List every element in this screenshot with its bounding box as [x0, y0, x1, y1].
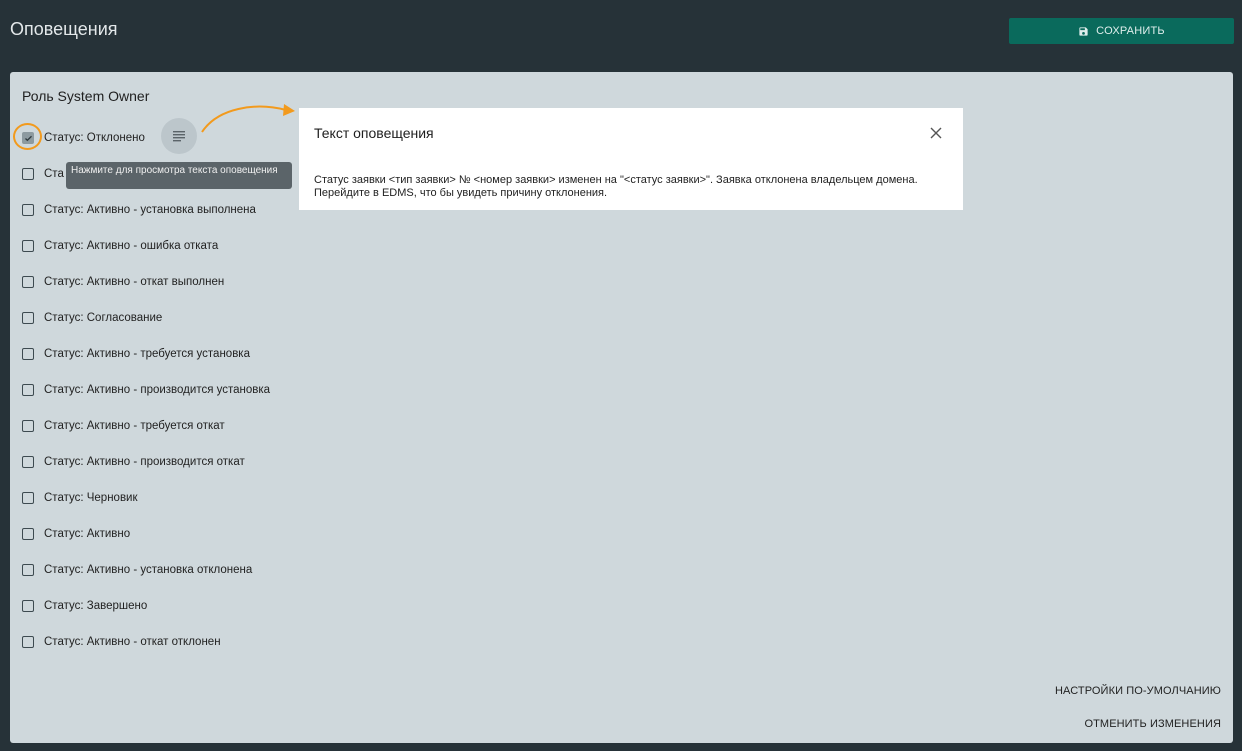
- dialog-body: Статус заявки <тип заявки> № <номер заяв…: [314, 174, 918, 199]
- save-button-label: СОХРАНИТЬ: [1096, 25, 1165, 37]
- checkbox[interactable]: [22, 384, 34, 396]
- checkbox[interactable]: [22, 564, 34, 576]
- checkbox[interactable]: [22, 132, 34, 144]
- reset-defaults-button[interactable]: НАСТРОЙКИ ПО-УМОЛЧАНИЮ: [1055, 685, 1221, 697]
- close-icon[interactable]: [929, 126, 943, 140]
- list-item[interactable]: Статус: Активно - требуется установка: [22, 344, 250, 364]
- list-item[interactable]: Статус: Активно - установка отклонена: [22, 560, 252, 580]
- checkbox[interactable]: [22, 168, 34, 180]
- list-item[interactable]: Статус: Активно: [22, 524, 130, 544]
- dialog-title: Текст оповещения: [314, 125, 434, 141]
- role-title: Роль System Owner: [22, 88, 150, 104]
- list-item[interactable]: Статус: Активно - производится установка: [22, 380, 270, 400]
- list-item[interactable]: Ста: [22, 164, 64, 184]
- list-item-label: Статус: Активно: [44, 528, 131, 540]
- list-item-label: Статус: Активно - требуется откат: [44, 420, 225, 432]
- checkbox[interactable]: [22, 420, 34, 432]
- check-icon: [24, 135, 32, 141]
- checkbox[interactable]: [22, 204, 34, 216]
- list-item-label: Статус: Активно - установка выполнена: [44, 204, 256, 216]
- page-title: Оповещения: [10, 19, 118, 39]
- list-item-label: Статус: Отклонено: [44, 132, 145, 144]
- annotation-arrow: [201, 104, 295, 133]
- list-item-label: Статус: Активно - производится откат: [44, 456, 245, 468]
- list-item[interactable]: Статус: Активно - установка выполнена: [22, 200, 256, 220]
- list-item-label: Статус: Черновик: [44, 492, 138, 504]
- checkbox[interactable]: [22, 636, 34, 648]
- list-item-label: Статус: Активно - требуется установка: [44, 348, 250, 360]
- checkbox[interactable]: [22, 312, 34, 324]
- checkbox[interactable]: [22, 348, 34, 360]
- checkbox[interactable]: [22, 492, 34, 504]
- list-item-label: Статус: Согласование: [44, 312, 163, 324]
- list-item[interactable]: Статус: Завершено: [22, 596, 147, 616]
- list-item-label: Ста: [44, 168, 64, 180]
- list-item[interactable]: Статус: Активно - требуется откат: [22, 416, 225, 436]
- checkbox[interactable]: [22, 240, 34, 252]
- list-item-label: Статус: Активно - производится установка: [44, 384, 271, 396]
- list-item[interactable]: Статус: Черновик: [22, 488, 138, 508]
- notification-text-dialog: Текст оповещения Статус заявки <тип заяв…: [299, 108, 963, 210]
- checkbox[interactable]: [22, 276, 34, 288]
- view-text-button[interactable]: [161, 118, 197, 154]
- save-icon: [1079, 26, 1088, 36]
- notes-icon: [173, 131, 185, 142]
- list-item-label: Статус: Активно - откат отклонен: [44, 636, 221, 648]
- list-item[interactable]: Статус: Активно - откат выполнен: [22, 272, 224, 292]
- checkbox[interactable]: [22, 456, 34, 468]
- tooltip: Нажмите для просмотра текста оповещения: [66, 162, 292, 189]
- save-button[interactable]: СОХРАНИТЬ: [1009, 18, 1234, 44]
- list-item[interactable]: Статус: Активно - откат отклонен: [22, 632, 221, 652]
- list-item-label: Статус: Активно - установка отклонена: [44, 564, 253, 576]
- checkbox[interactable]: [22, 600, 34, 612]
- list-item[interactable]: Статус: Отклонено: [22, 128, 145, 148]
- cancel-changes-button[interactable]: ОТМЕНИТЬ ИЗМЕНЕНИЯ: [1084, 718, 1221, 730]
- list-item[interactable]: Статус: Активно - ошибка отката: [22, 236, 218, 256]
- checkbox[interactable]: [22, 528, 34, 540]
- list-item-label: Статус: Завершено: [44, 600, 148, 612]
- list-item-label: Статус: Активно - ошибка отката: [44, 240, 219, 252]
- list-item[interactable]: Статус: Согласование: [22, 308, 162, 328]
- list-item-label: Статус: Активно - откат выполнен: [44, 276, 225, 288]
- list-item[interactable]: Статус: Активно - производится откат: [22, 452, 245, 472]
